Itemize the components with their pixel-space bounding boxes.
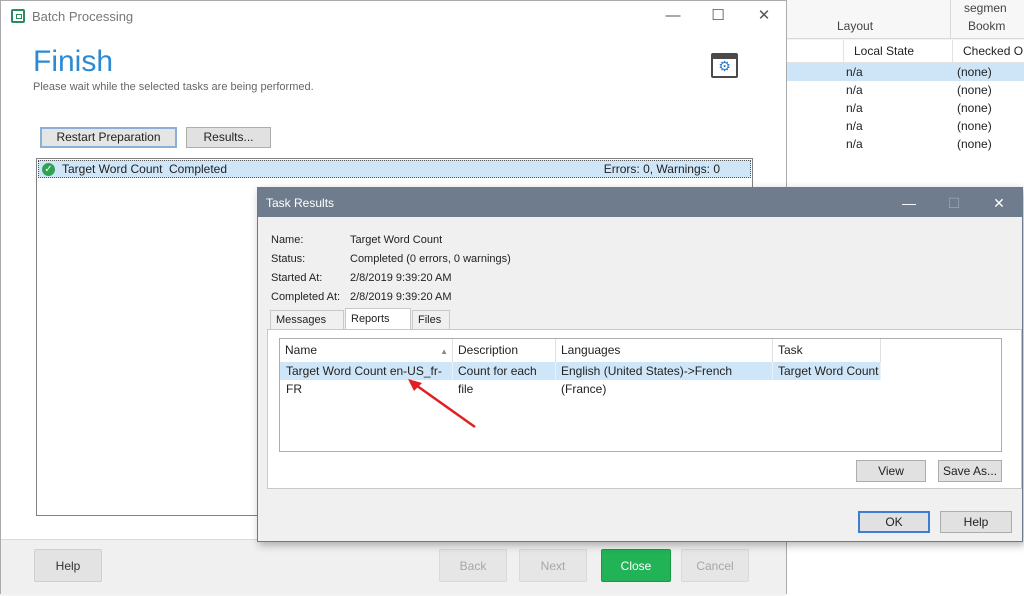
ok-button[interactable]: OK [858,511,930,533]
report-task-cell: Target Word Count [773,362,881,380]
tab-reports[interactable]: Reports (1) [345,308,411,346]
wizard-footer: Help Back Next Close Cancel [1,539,786,594]
help-button[interactable]: Help [34,549,102,582]
background-grid-row[interactable]: n/a (none) [786,117,1024,135]
close-icon[interactable]: ✕ [988,193,1010,213]
ribbon-layout-label[interactable]: Layout [837,19,873,33]
status-label: Status: [271,253,306,265]
report-languages-cell: English (United States)->French (France) [556,362,773,396]
cell-checked-out: (none) [957,83,992,97]
results-button[interactable]: Results... [186,127,271,148]
ribbon-segment-label[interactable]: segmen [964,1,1007,15]
report-row[interactable]: Target Word Count en-US_fr-FR Count for … [280,362,881,396]
settings-window-icon: ⚙ [711,53,738,78]
column-header-languages[interactable]: Languages [556,339,773,362]
dialog-titlebar[interactable]: Task Results — ☐ ✕ [258,188,1022,217]
started-at-label: Started At: [271,272,323,284]
cell-checked-out: (none) [957,119,992,133]
column-header-name[interactable]: Name ▲ [280,339,453,362]
help-button[interactable]: Help [940,511,1012,533]
window-title: Batch Processing [32,9,134,24]
cell-local-state: n/a [846,137,863,151]
cell-local-state: n/a [846,119,863,133]
ribbon-bookmarks-label[interactable]: Bookm [968,19,1005,33]
save-as-button[interactable]: Save As... [938,460,1002,482]
cell-checked-out: (none) [957,101,992,115]
gear-icon: ⚙ [718,58,731,74]
task-name: Target Word Count [62,162,163,176]
cell-checked-out: (none) [957,137,992,151]
task-summary: Errors: 0, Warnings: 0 [603,162,720,176]
name-label: Name: [271,234,304,246]
task-list-row[interactable]: ✓ Target Word Count Completed Errors: 0,… [38,160,751,178]
column-header-description[interactable]: Description [453,339,556,362]
page-subtitle: Please wait while the selected tasks are… [33,81,314,93]
tab-messages[interactable]: Messages (0) [270,310,344,345]
sort-ascending-icon: ▲ [440,347,448,356]
background-grid-row[interactable]: n/a (none) [786,81,1024,99]
close-icon[interactable]: ✕ [753,6,775,26]
reports-grid-header: Name ▲ Description Languages Task [280,339,881,363]
dialog-title: Task Results [266,196,335,210]
background-grid-row[interactable]: n/a (none) [786,135,1024,153]
reports-panel: Name ▲ Description Languages Task Target… [267,329,1022,489]
page-title: Finish [33,45,114,78]
minimize-icon[interactable]: — [662,6,684,26]
annotation-arrow-icon [408,379,476,429]
minimize-icon[interactable]: — [898,193,920,213]
completed-at-value: 2/8/2019 9:39:20 AM [350,291,452,303]
column-header-local-state[interactable]: Local State [843,40,952,62]
task-status: Completed [169,162,228,176]
column-header-task[interactable]: Task [773,339,881,362]
cancel-button[interactable]: Cancel [681,549,749,582]
background-ribbon: segmen Layout Bookm [786,0,1024,39]
cell-local-state: n/a [846,101,863,115]
next-button[interactable]: Next [519,549,587,582]
background-grid-header: Local State Checked O [786,40,1024,63]
name-value: Target Word Count [350,234,443,246]
background-grid-row[interactable]: n/a (none) [786,63,1024,81]
restart-preparation-button[interactable]: Restart Preparation [40,127,177,148]
back-button[interactable]: Back [439,549,507,582]
window-titlebar[interactable]: Batch Processing — ☐ ✕ [1,1,786,32]
status-value: Completed (0 errors, 0 warnings) [350,253,511,265]
completed-at-label: Completed At: [271,291,341,303]
background-grid-row[interactable]: n/a (none) [786,99,1024,117]
started-at-value: 2/8/2019 9:39:20 AM [350,272,452,284]
close-button[interactable]: Close [601,549,671,582]
column-header-checked-out[interactable]: Checked O [952,40,1024,62]
cell-local-state: n/a [846,65,863,79]
view-button[interactable]: View [856,460,926,482]
check-circle-icon: ✓ [42,163,55,176]
tab-files[interactable]: Files [412,310,450,329]
ribbon-separator [950,0,951,38]
app-icon [11,9,25,23]
cell-checked-out: (none) [957,65,992,79]
cell-local-state: n/a [846,83,863,97]
column-header-name-label: Name [285,343,318,357]
task-results-dialog: Task Results — ☐ ✕ Name: Target Word Cou… [257,187,1023,542]
annotation-arrow-shaft [412,381,476,429]
maximize-icon: ☐ [947,195,961,211]
maximize-icon[interactable]: ☐ [707,6,729,26]
reports-grid: Name ▲ Description Languages Task Target… [279,338,1002,452]
